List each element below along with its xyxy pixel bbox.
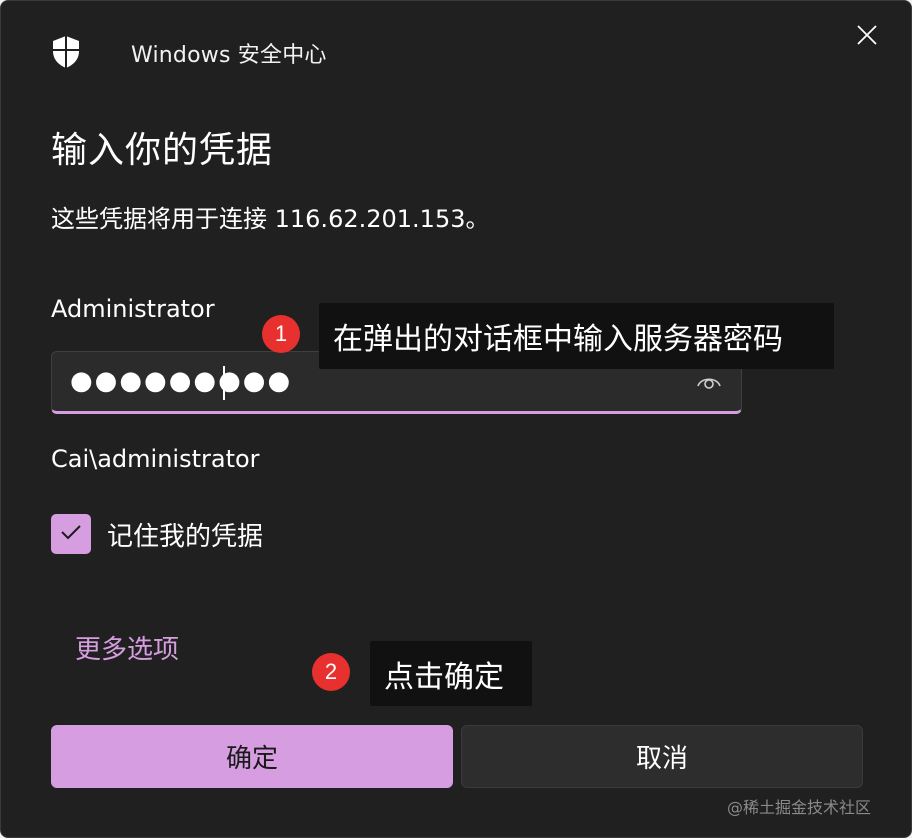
- annotation-callout-1: 在弹出的对话框中输入服务器密码: [319, 303, 834, 369]
- window-title: Windows 安全中心: [131, 43, 327, 68]
- cancel-button[interactable]: 取消: [461, 725, 863, 788]
- credentials-dialog: Windows 安全中心 输入你的凭据 这些凭据将用于连接 116.62.201…: [0, 0, 912, 838]
- eye-icon: [696, 372, 722, 394]
- remember-credentials-label: 记住我的凭据: [107, 522, 264, 552]
- connection-description: 这些凭据将用于连接 116.62.201.153。: [51, 205, 490, 233]
- annotation-marker-1: 1: [262, 315, 300, 353]
- watermark: @稀土掘金技术社区: [727, 798, 872, 817]
- username-label: Administrator: [51, 295, 215, 323]
- remember-credentials-checkbox[interactable]: [51, 514, 91, 554]
- close-button[interactable]: [849, 19, 885, 55]
- close-icon: [857, 25, 877, 49]
- page-title: 输入你的凭据: [51, 130, 274, 171]
- reveal-password-button[interactable]: [692, 370, 726, 396]
- ok-button[interactable]: 确定: [51, 725, 453, 788]
- domain-user-label: Cai\administrator: [51, 445, 260, 473]
- more-options-link[interactable]: 更多选项: [75, 629, 179, 666]
- annotation-marker-2: 2: [312, 653, 350, 691]
- checkmark-icon: [60, 523, 82, 545]
- text-caret: [223, 366, 225, 400]
- shield-icon: [51, 35, 81, 69]
- annotation-callout-2: 点击确定: [370, 641, 532, 706]
- password-value: ●●●●●●●●●: [70, 366, 293, 396]
